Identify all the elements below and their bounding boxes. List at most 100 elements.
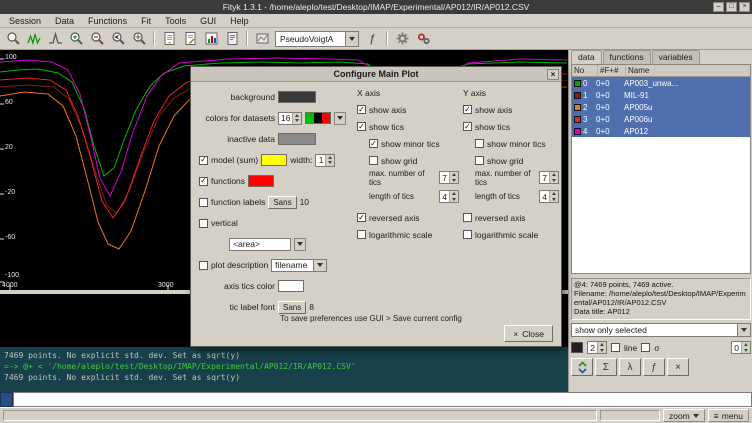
- script-button[interactable]: [222, 30, 242, 48]
- zoom-in-button[interactable]: [66, 30, 86, 48]
- function-editor-button[interactable]: ƒ: [643, 358, 665, 376]
- table-row[interactable]: 1 0+0 MIL-91: [572, 89, 750, 101]
- row-fn: 0+0: [596, 79, 624, 88]
- y-show-minor-tics-checkbox[interactable]: [475, 139, 484, 148]
- dataset-colors-count-spinner[interactable]: 16: [278, 112, 302, 125]
- zoom-dropdown[interactable]: zoom: [663, 409, 705, 422]
- point-size-spinner[interactable]: 2: [587, 341, 607, 354]
- sigma-checkbox[interactable]: [641, 343, 650, 352]
- table-row[interactable]: 0 0+0 AP003_unwa...: [572, 77, 750, 89]
- sum-datasets-button[interactable]: Σ: [595, 358, 617, 376]
- tab-data[interactable]: data: [571, 50, 602, 64]
- line-checkbox[interactable]: [611, 343, 620, 352]
- function-labels-checkbox[interactable]: [199, 198, 208, 207]
- zoom-peak-button[interactable]: [45, 30, 65, 48]
- y-reversed-checkbox[interactable]: [463, 213, 472, 222]
- dialog-close-icon[interactable]: ×: [547, 69, 559, 80]
- x-show-minor-tics-checkbox[interactable]: ✓: [369, 139, 378, 148]
- shift-spinner[interactable]: 0: [731, 341, 751, 354]
- dataset-color-swatch[interactable]: [574, 80, 581, 87]
- y-tic-len-spinner[interactable]: 4: [539, 190, 559, 203]
- delete-dataset-button[interactable]: ×: [667, 358, 689, 376]
- menu-gui[interactable]: GUI: [193, 16, 223, 26]
- background-color-swatch[interactable]: [278, 91, 316, 103]
- axis-tics-color-swatch[interactable]: [278, 280, 304, 292]
- command-input[interactable]: [13, 392, 752, 407]
- vertical-checkbox[interactable]: [199, 219, 208, 228]
- dataset-plot-button[interactable]: [201, 30, 221, 48]
- minimize-button[interactable]: –: [713, 2, 724, 12]
- x-log-checkbox[interactable]: [357, 230, 366, 239]
- x-reversed-checkbox[interactable]: ✓: [357, 213, 366, 222]
- definition-manager-button[interactable]: [252, 30, 272, 48]
- dataset-colors-strip[interactable]: [305, 112, 331, 124]
- menu-session[interactable]: Session: [2, 16, 48, 26]
- column-header-no[interactable]: No: [572, 65, 598, 77]
- model-sum-checkbox[interactable]: ✓: [199, 156, 208, 165]
- chevron-down-icon[interactable]: [313, 260, 326, 271]
- zoom-out-button[interactable]: [87, 30, 107, 48]
- zoom-vertical-button[interactable]: [24, 30, 44, 48]
- chevron-down-icon[interactable]: [737, 324, 750, 336]
- peak-type-combo[interactable]: PseudoVoigtA: [275, 31, 359, 47]
- show-filter-combo[interactable]: show only selected: [571, 323, 751, 337]
- functions-checkbox[interactable]: ✓: [199, 177, 208, 186]
- label-font-button[interactable]: Sans: [268, 196, 296, 209]
- dataset-color-swatch[interactable]: [574, 128, 581, 135]
- full-view-button[interactable]: [129, 30, 149, 48]
- inactive-data-color-swatch[interactable]: [278, 133, 316, 145]
- load-data-button[interactable]: [159, 30, 179, 48]
- x-tic-len-spinner[interactable]: 4: [439, 190, 459, 203]
- tab-variables[interactable]: variables: [652, 50, 700, 64]
- transform-button[interactable]: λ: [619, 358, 641, 376]
- settings-button[interactable]: [392, 30, 412, 48]
- chevron-down-icon[interactable]: [294, 238, 306, 251]
- window-titlebar[interactable]: Fityk 1.3.1 - /home/aleplo/test/Desktop/…: [0, 0, 752, 14]
- menu-data[interactable]: Data: [48, 16, 81, 26]
- menu-tools[interactable]: Tools: [158, 16, 193, 26]
- x-show-axis-checkbox[interactable]: ✓: [357, 105, 366, 114]
- data-editor-button[interactable]: [180, 30, 200, 48]
- menu-help[interactable]: Help: [223, 16, 256, 26]
- y-show-tics-checkbox[interactable]: ✓: [463, 122, 472, 131]
- model-width-spinner[interactable]: 1: [315, 154, 335, 167]
- x-show-grid-checkbox[interactable]: [369, 156, 378, 165]
- tic-font-button[interactable]: Sans: [278, 301, 306, 314]
- y-max-tics-spinner[interactable]: 7: [539, 171, 559, 184]
- table-row[interactable]: 2 0+0 AP005u: [572, 101, 750, 113]
- chevron-down-icon[interactable]: [334, 112, 346, 125]
- table-row[interactable]: 4 0+0 AP012: [572, 125, 750, 137]
- menu-fit[interactable]: Fit: [134, 16, 158, 26]
- plot-description-combo[interactable]: filename: [271, 259, 327, 272]
- plot-description-checkbox[interactable]: [199, 261, 208, 270]
- menu-dropdown[interactable]: ≡ menu: [708, 409, 749, 422]
- execute-gears-button[interactable]: [413, 30, 433, 48]
- y-show-axis-checkbox[interactable]: ✓: [463, 105, 472, 114]
- add-function-button[interactable]: ƒ: [362, 30, 382, 48]
- maximize-button[interactable]: □: [726, 2, 737, 12]
- dataset-color-swatch[interactable]: [574, 104, 581, 111]
- model-color-swatch[interactable]: [261, 154, 287, 166]
- column-header-fn[interactable]: #F+#: [598, 65, 626, 77]
- column-header-name[interactable]: Name: [626, 65, 750, 77]
- label-format-combo[interactable]: <area>: [229, 238, 291, 251]
- chevron-down-icon[interactable]: [345, 32, 358, 46]
- menu-functions[interactable]: Functions: [81, 16, 134, 26]
- point-color-swatch[interactable]: [571, 342, 583, 353]
- tab-functions[interactable]: functions: [603, 50, 651, 64]
- prompt-button[interactable]: [0, 392, 13, 407]
- zoom-all-button[interactable]: [3, 30, 23, 48]
- reorder-datasets-button[interactable]: [571, 358, 593, 376]
- table-row[interactable]: 3 0+0 AP006u: [572, 113, 750, 125]
- dialog-titlebar[interactable]: Configure Main Plot ×: [191, 67, 561, 82]
- functions-color-swatch[interactable]: [248, 175, 274, 187]
- y-log-checkbox[interactable]: [463, 230, 472, 239]
- y-show-grid-checkbox[interactable]: [475, 156, 484, 165]
- dialog-close-button[interactable]: × Close: [504, 325, 553, 342]
- dataset-color-swatch[interactable]: [574, 116, 581, 123]
- x-max-tics-spinner[interactable]: 7: [439, 171, 459, 184]
- zoom-previous-button[interactable]: [108, 30, 128, 48]
- close-button[interactable]: ×: [739, 2, 750, 12]
- x-show-tics-checkbox[interactable]: ✓: [357, 122, 366, 131]
- dataset-color-swatch[interactable]: [574, 92, 581, 99]
